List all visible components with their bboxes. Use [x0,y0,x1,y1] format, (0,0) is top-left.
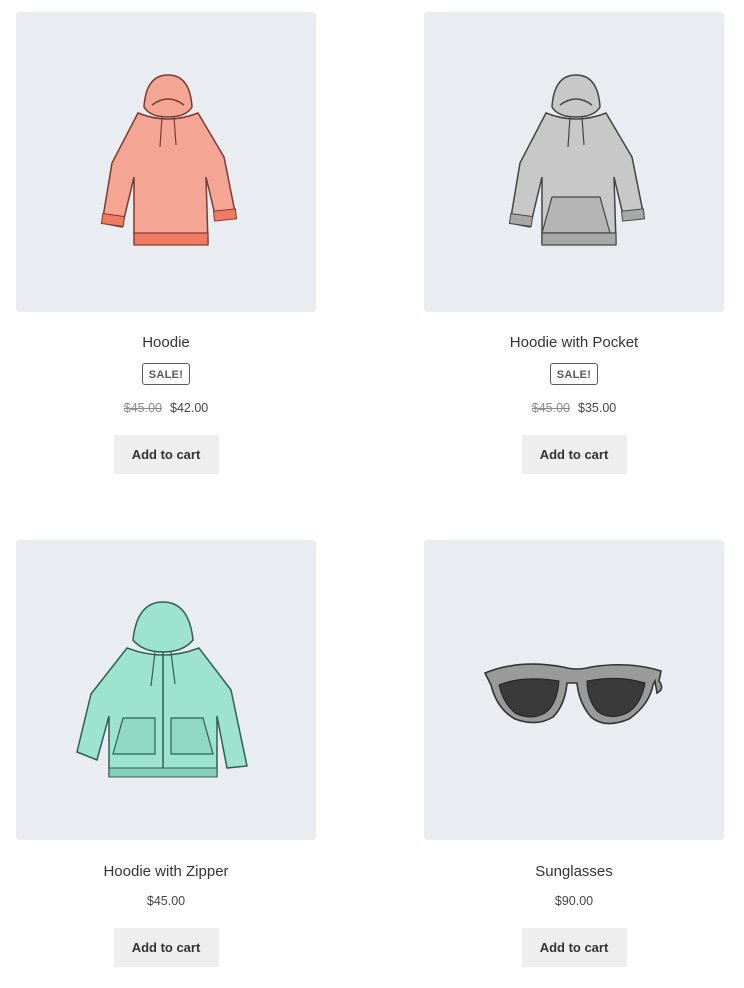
product-image-hoodie-with-zipper[interactable] [16,540,316,840]
sunglasses-icon [483,663,663,725]
hoodie-zipper-icon [76,601,248,778]
old-price: $45.00 [531,401,570,415]
product-card-sunglasses: Sunglasses $90.00 Add to cart [424,540,724,967]
product-image-hoodie-with-pocket[interactable] [424,12,724,312]
old-price: $45.00 [123,401,162,415]
product-title[interactable]: Hoodie [142,333,190,353]
product-price: $45.00 $35.00 [532,399,616,417]
sale-price: $42.00 [170,401,209,415]
product-title[interactable]: Hoodie with Zipper [103,862,228,882]
regular-price: $45.00 [146,894,186,908]
sale-badge: SALE! [549,363,599,385]
hoodie-icon [100,74,238,246]
product-card-hoodie: Hoodie SALE! $45.00 $42.00 Add to cart [16,12,316,474]
product-price: $45.00 $42.00 [124,399,208,417]
product-price: $90.00 [555,892,593,910]
hoodie-pocket-icon [508,74,646,246]
sale-price: $35.00 [578,401,617,415]
product-title[interactable]: Hoodie with Pocket [510,333,638,353]
product-price: $45.00 [147,892,185,910]
add-to-cart-button[interactable]: Add to cart [521,435,627,474]
product-title[interactable]: Sunglasses [535,862,613,882]
add-to-cart-button[interactable]: Add to cart [113,928,219,967]
product-image-hoodie[interactable] [16,12,316,312]
product-card-hoodie-with-zipper: Hoodie with Zipper $45.00 Add to cart [16,540,316,967]
regular-price: $90.00 [554,894,594,908]
sale-badge: SALE! [141,363,191,385]
product-image-sunglasses[interactable] [424,540,724,840]
add-to-cart-button[interactable]: Add to cart [113,435,219,474]
add-to-cart-button[interactable]: Add to cart [521,928,627,967]
product-card-hoodie-with-pocket: Hoodie with Pocket SALE! $45.00 $35.00 Ad… [424,12,724,474]
